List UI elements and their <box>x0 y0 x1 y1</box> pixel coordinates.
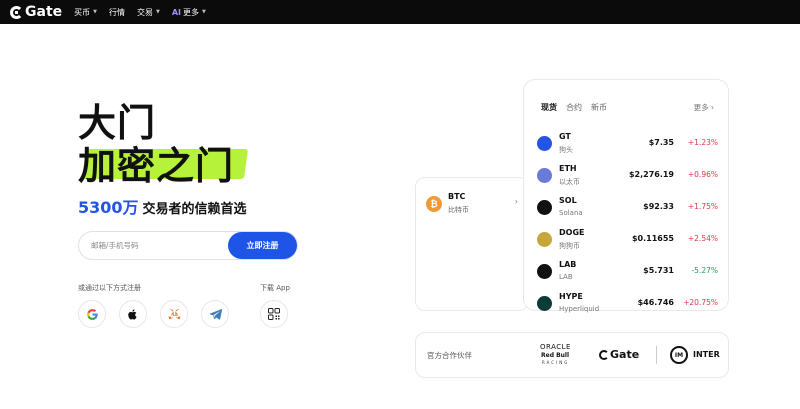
nav-label: 交易 <box>137 7 153 17</box>
nav-label: 行情 <box>109 7 125 17</box>
coin-change: +2.54% <box>687 234 718 243</box>
coin-change: +1.23% <box>687 138 718 147</box>
bitcoin-icon: ₿ <box>426 196 442 212</box>
coin-icon <box>537 232 552 247</box>
coin-symbol: ETH <box>559 164 577 173</box>
coin-symbol: LAB <box>559 260 577 269</box>
coin-name: 以太币 <box>559 178 580 186</box>
coin-price: $0.11655 <box>631 234 674 243</box>
chevron-down-icon: ▼ <box>202 9 206 15</box>
coin-icon <box>537 264 552 279</box>
market-row-lab[interactable]: LAB LAB $5.731 -5.27% <box>537 258 718 286</box>
coin-name: LAB <box>559 273 573 281</box>
coin-price: $46.746 <box>637 298 674 307</box>
coin-symbol: GT <box>559 132 571 141</box>
coin-price: $2,276.19 <box>628 170 674 179</box>
coin-icon <box>537 200 552 215</box>
coin-symbol: DOGE <box>559 228 585 237</box>
hero-title-line2: 加密之门 <box>78 144 235 188</box>
coin-name: Solana <box>559 209 583 217</box>
nav-item-buy-crypto[interactable]: 买币 ▼ <box>74 7 97 18</box>
gate-logo-icon <box>10 5 23 19</box>
top-nav: Gate 买币 ▼ 行情 交易 ▼ AI 更多 ▼ <box>0 0 800 24</box>
chevron-down-icon: ▼ <box>156 9 160 15</box>
coin-name: 狗头 <box>559 146 573 154</box>
gate-partner-logo: Gate <box>599 348 639 361</box>
nav-item-markets[interactable]: 行情 <box>109 7 125 18</box>
btc-card[interactable]: ₿ BTC 比特币 › <box>415 177 529 311</box>
chevron-down-icon: ▼ <box>93 9 97 15</box>
metamask-signup-button[interactable] <box>160 300 188 328</box>
nav-item-more[interactable]: AI 更多 ▼ <box>172 7 206 18</box>
gate-partner-text: Gate <box>610 348 640 361</box>
btc-name: 比特币 <box>448 206 469 214</box>
subtitle-text: 交易者的信赖首选 <box>142 202 247 217</box>
apple-signup-button[interactable] <box>119 300 147 328</box>
google-icon <box>86 308 98 320</box>
market-row-doge[interactable]: DOGE 狗狗币 $0.11655 +2.54% <box>537 226 718 254</box>
download-app-qr-button[interactable] <box>260 300 288 328</box>
partner-divider <box>656 346 657 364</box>
apple-icon <box>128 308 137 320</box>
brand-name: Gate <box>25 4 63 20</box>
market-more-link[interactable]: 更多 › <box>694 102 714 113</box>
google-signup-button[interactable] <box>78 300 106 328</box>
tab-futures[interactable]: 合约 <box>566 102 582 113</box>
nav-label: 买币 <box>74 7 91 17</box>
qr-code-icon <box>268 308 280 320</box>
market-card: 现货 合约 新币 更多 › GT 狗头 $7.35 +1.23% ETH 以太币 $2,27… <box>523 79 729 313</box>
hero-title-line2-wrap: 加密之门 <box>78 135 249 190</box>
ai-badge: AI <box>171 7 182 17</box>
signup-form: 立即注册 <box>78 231 298 260</box>
inter-logo-icon: IM <box>670 346 688 364</box>
coin-change: +0.96% <box>687 170 718 179</box>
coin-icon <box>537 296 552 311</box>
coin-name: Hyperliquid <box>559 305 600 313</box>
register-button[interactable]: 立即注册 <box>228 232 297 259</box>
oracle-logo: ORACLE <box>540 343 571 351</box>
partners-card: 官方合作伙伴 ORACLE Red Bull RACING Gate IM IN… <box>415 332 729 378</box>
tab-spot[interactable]: 现货 <box>541 102 557 113</box>
coin-change: +20.75% <box>683 298 718 307</box>
telegram-icon <box>209 309 222 320</box>
coin-price: $92.33 <box>643 202 674 211</box>
gate-logo[interactable]: Gate <box>10 4 62 20</box>
tab-new-coins[interactable]: 新币 <box>591 102 607 113</box>
partners-label: 官方合作伙伴 <box>427 351 472 360</box>
chevron-right-icon: › <box>514 197 518 206</box>
coin-price: $7.35 <box>648 138 674 147</box>
gate-logo-icon <box>599 349 609 360</box>
email-phone-input[interactable] <box>91 241 211 250</box>
coin-icon <box>537 136 552 151</box>
redbull-logo: Red Bull <box>541 352 570 359</box>
market-row-sol[interactable]: SOL Solana $92.33 +1.75% <box>537 194 718 222</box>
nav-item-trade[interactable]: 交易 ▼ <box>137 7 160 18</box>
coin-symbol: HYPE <box>559 292 583 301</box>
telegram-signup-button[interactable] <box>201 300 229 328</box>
coin-name: 狗狗币 <box>559 242 580 250</box>
alt-signup-label: 或通过以下方式注册 <box>78 284 141 292</box>
coin-icon <box>537 168 552 183</box>
market-row-eth[interactable]: ETH 以太币 $2,276.19 +0.96% <box>537 162 718 190</box>
coin-symbol: SOL <box>559 196 577 205</box>
chevron-right-icon: › <box>711 103 714 112</box>
metamask-icon <box>168 308 180 320</box>
coin-price: $5.731 <box>643 266 674 275</box>
inter-logo: INTER <box>693 350 720 359</box>
racing-label: RACING <box>542 360 570 365</box>
hero-subtitle: 5300万 交易者的信赖首选 <box>78 194 247 218</box>
market-row-hype[interactable]: HYPE Hyperliquid $46.746 +20.75% <box>537 290 718 318</box>
coin-change: -5.27% <box>691 266 718 275</box>
btc-symbol: BTC <box>448 192 466 201</box>
market-row-gt[interactable]: GT 狗头 $7.35 +1.23% <box>537 130 718 158</box>
nav-label: 更多 <box>183 7 200 17</box>
coin-change: +1.75% <box>687 202 718 211</box>
download-app-label: 下载 App <box>260 284 290 292</box>
more-label: 更多 <box>693 103 709 112</box>
user-count: 5300万 <box>78 198 139 217</box>
market-tabs: 现货 合约 新币 <box>541 102 616 113</box>
